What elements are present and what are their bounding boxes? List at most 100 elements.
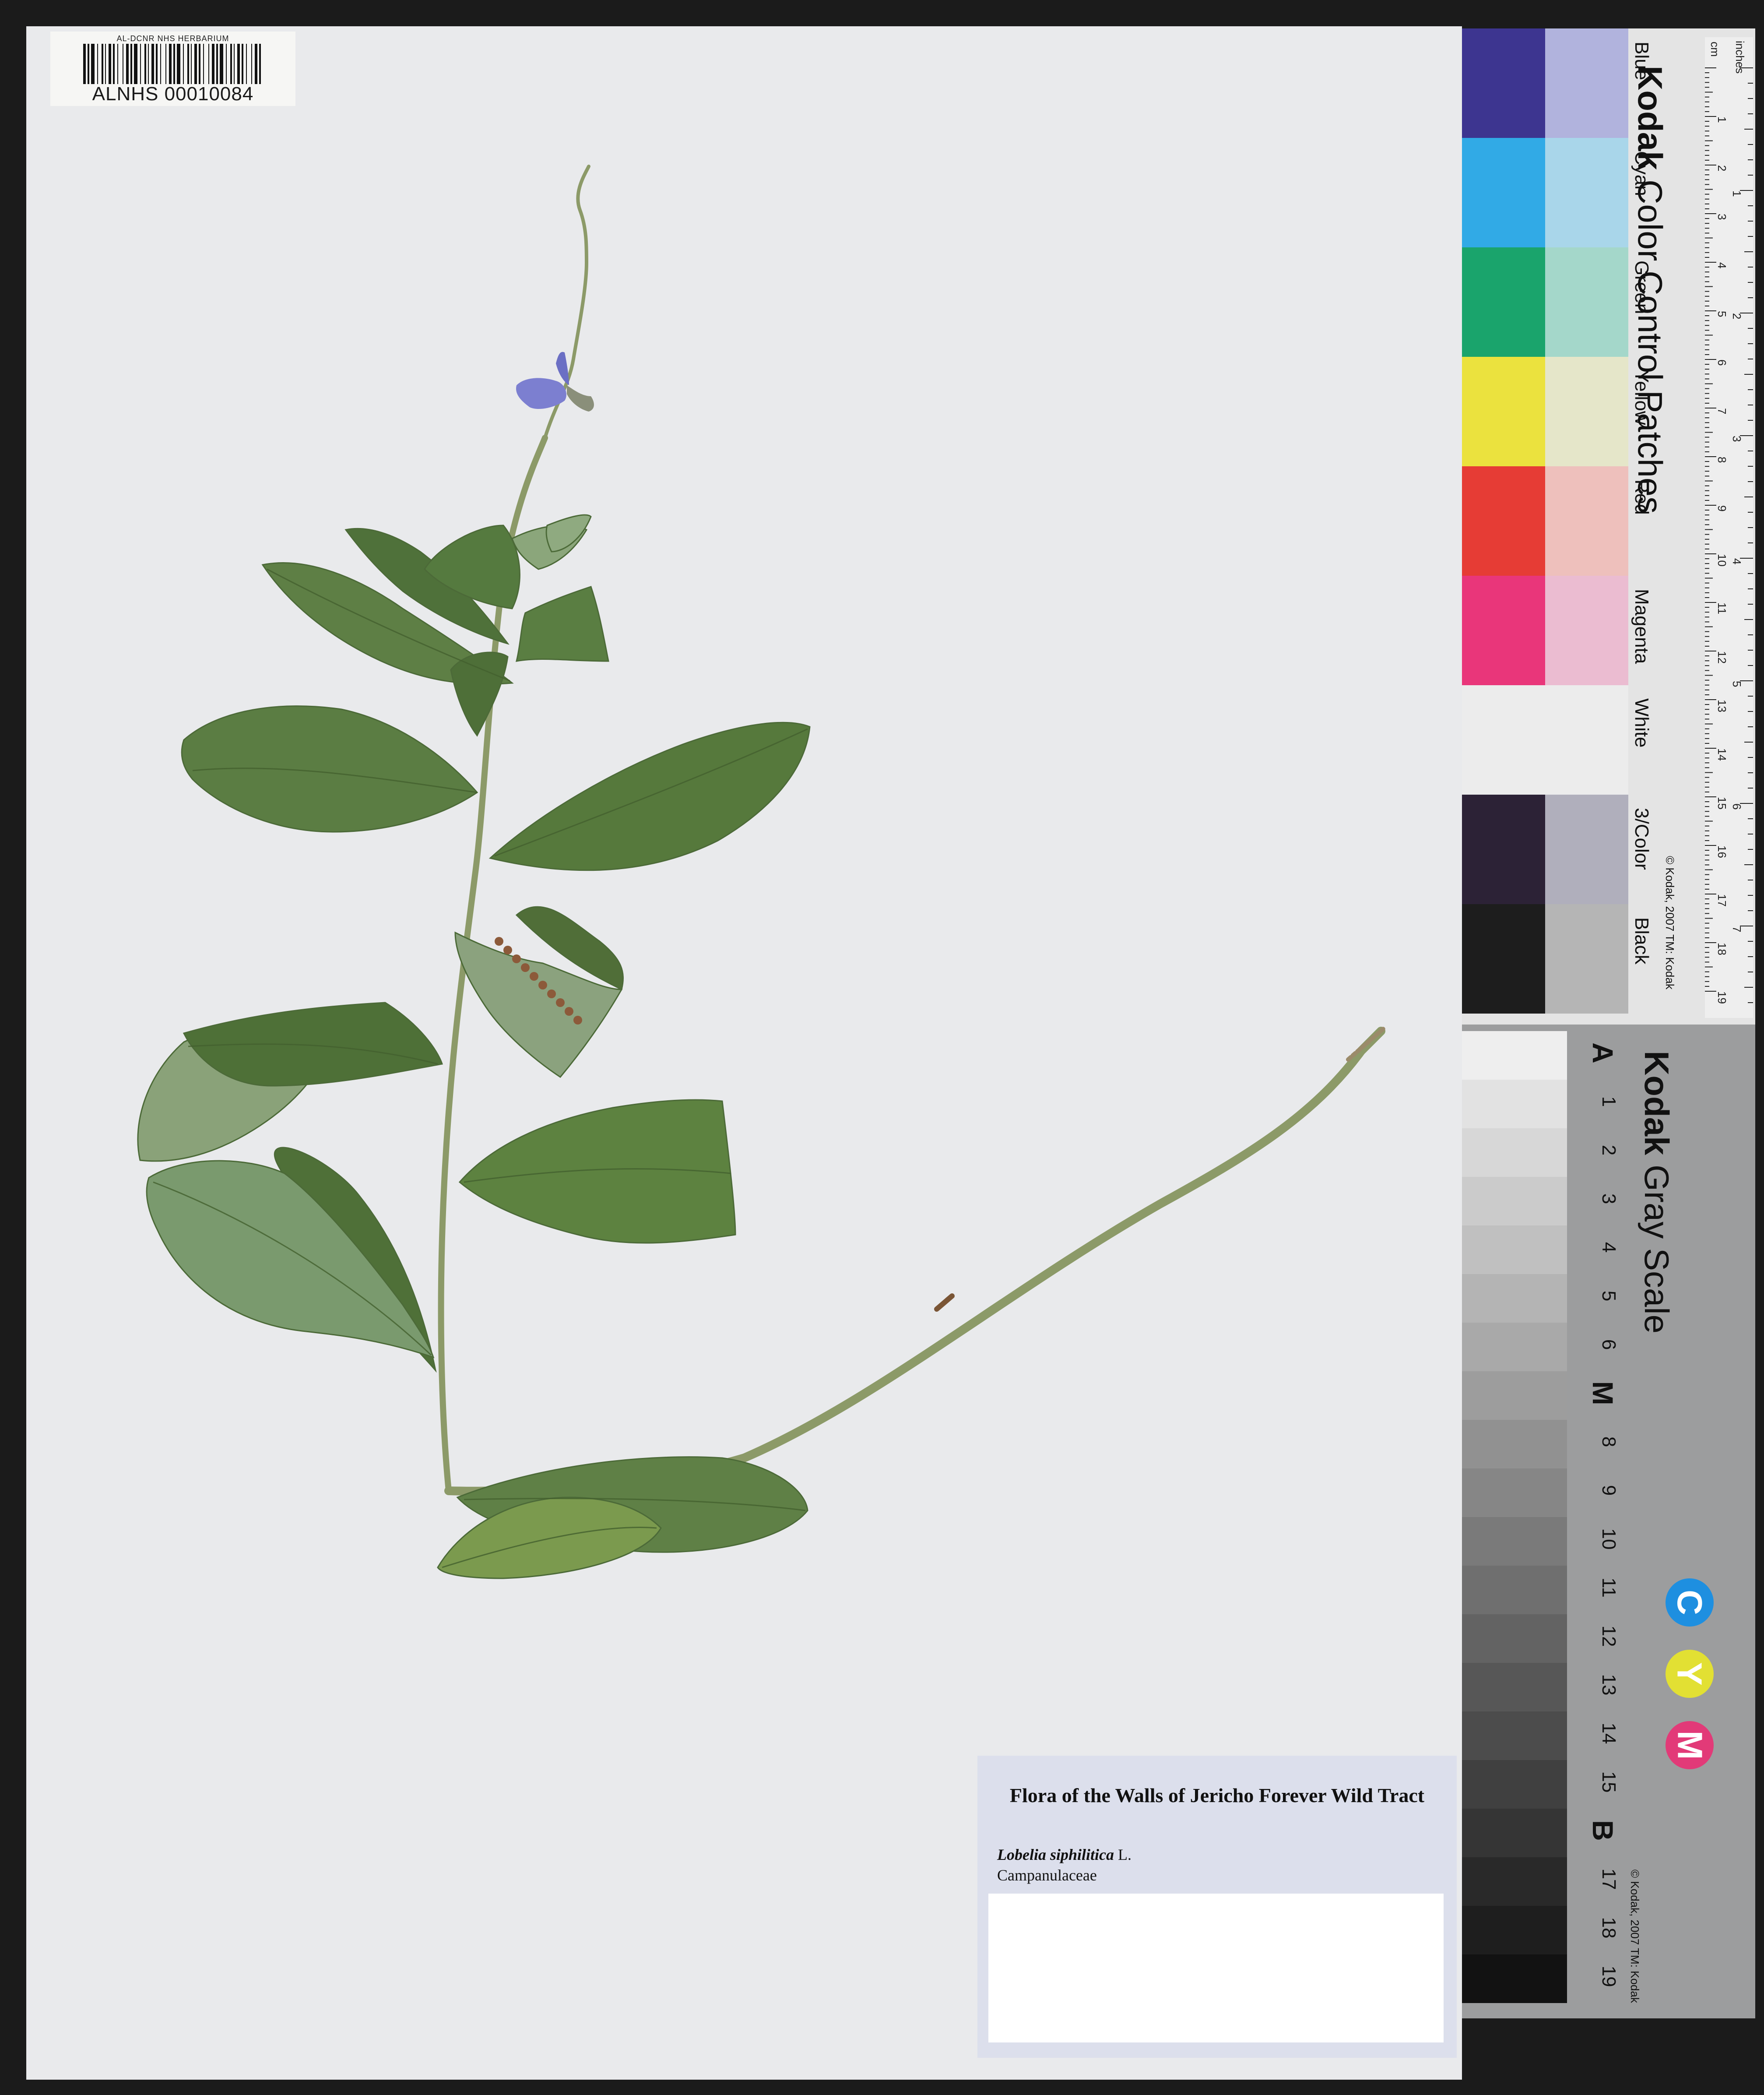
specimen-label: Flora of the Walls of Jericho Forever Wi… [977,1756,1457,2058]
cm-label: 15 [1715,797,1729,810]
ruler: inches cm 1 2 3 4 5 6 7 8 9 10 11 12 13 14 15 16 17 18 19 1… [1705,37,1753,1018]
gray-step [1462,1711,1567,1760]
cm-label: 9 [1715,505,1729,511]
cm-label: 6 [1715,359,1729,366]
color-patch-black-tint [1545,904,1628,1014]
cm-label: 3 [1715,214,1729,220]
gray-card-subtitle: Gray Scale [1637,1165,1676,1334]
flower-calyx [567,385,594,412]
gray-step-label: 3 [1598,1193,1620,1204]
inch-label: 3 [1730,436,1743,442]
gray-step [1462,1323,1567,1371]
patch-label: Cyan [1631,151,1652,196]
patch-label: 3/Color [1631,808,1652,870]
color-patch-blue-full [1462,28,1545,138]
cm-label: 8 [1715,457,1729,463]
color-patch-magenta-full [1462,576,1545,685]
cm-label: 14 [1715,748,1729,761]
cm-label: 7 [1715,408,1729,414]
cmy-marker-c: C [1666,1578,1714,1627]
cm-label: 18 [1715,943,1729,955]
color-card-subtitle: Color Control Patches [1631,180,1669,514]
gray-step [1462,1663,1567,1711]
gray-step [1462,1031,1567,1080]
leaves [137,514,811,1579]
color-patch-magenta-tint [1545,576,1628,685]
inch-label: 7 [1730,926,1743,932]
color-patch-white-tint [1545,685,1628,795]
kodak-gray-scale-card: Kodak Gray Scale A 1 2 3 4 5 6 M 8 9 10 11 12 13 14 15 B… [1462,1025,1755,2018]
patch-label: Blue [1631,42,1652,81]
color-patch-red-tint [1545,466,1628,576]
family-name: Campanulaceae [997,1866,1097,1884]
color-patch-green-tint [1545,247,1628,357]
kodak-brand-gray: Kodak [1637,1051,1676,1155]
specimen-image: AL-DCNR NHS HERBARIUM ALNHS 00010084 Flo… [0,0,1764,2095]
cm-label: 12 [1715,651,1729,664]
gray-step-label: 2 [1598,1144,1620,1156]
rhizome-tip [1346,1027,1385,1062]
cm-label: 2 [1715,165,1729,171]
blank-label-area [988,1894,1444,2042]
gray-step-label: 8 [1598,1436,1620,1447]
flower-petal-upper [556,352,569,385]
inch-label: 6 [1730,803,1743,810]
cm-label: 16 [1715,845,1729,858]
gray-step-label: 17 [1598,1868,1620,1890]
gray-step [1462,1760,1567,1809]
gray-step [1462,1128,1567,1177]
inch-label: 2 [1730,313,1743,319]
flower [516,352,594,412]
color-patch-3-color-full [1462,795,1545,904]
gray-step-label: 5 [1598,1290,1620,1302]
patch-label: Black [1631,917,1652,965]
color-patch-cyan-tint [1545,138,1628,247]
gray-step [1462,1420,1567,1468]
inch-label: 4 [1730,558,1743,564]
patch-label: Magenta [1631,589,1652,664]
color-patch-blue-tint [1545,28,1628,138]
gray-step-label: B [1587,1820,1619,1841]
gray-step-label: 9 [1598,1485,1620,1496]
stem-leaf [450,651,509,737]
gray-step [1462,1809,1567,1857]
cm-label: 4 [1715,262,1729,268]
gray-card-title: Kodak Gray Scale [1637,1051,1676,1334]
color-patch-green-full [1462,247,1545,357]
color-patch-red-full [1462,466,1545,576]
color-patch-3-color-tint [1545,795,1628,904]
taxon-name: Lobelia siphilitica L. [997,1845,1131,1864]
rhizome [444,1027,1385,1496]
scientific-name: Lobelia siphilitica [997,1846,1114,1863]
gray-step-label: 15 [1598,1771,1620,1793]
color-patch-white-full [1462,685,1545,795]
stem-leaf [183,1002,443,1087]
gray-step-label: M [1587,1381,1619,1405]
gray-step [1462,1080,1567,1128]
gray-step [1462,1954,1567,2003]
root-node [934,1293,955,1312]
gray-step-label: 6 [1598,1339,1620,1350]
author-citation: L. [1118,1846,1131,1863]
gray-step-label: 11 [1598,1577,1620,1598]
gray-step [1462,1614,1567,1663]
gray-step [1462,1906,1567,1954]
stem-leaf [515,586,609,662]
gray-step-label: 1 [1598,1096,1620,1107]
stem-leaf [458,1099,736,1244]
cmy-marker-m: M [1666,1721,1714,1769]
color-patch-yellow-full [1462,357,1545,466]
gray-step [1462,1517,1567,1566]
gray-step [1462,1225,1567,1274]
gray-step [1462,1468,1567,1517]
cmy-marker-y: Y [1666,1650,1714,1698]
patch-label: Red [1631,479,1652,515]
gray-step [1462,1566,1567,1614]
cm-label: 5 [1715,311,1729,317]
color-card-copyright: © Kodak, 2007 TM: Kodak [1663,856,1676,989]
gray-step-label: 12 [1598,1625,1620,1647]
cm-label: 17 [1715,894,1729,907]
patch-label: White [1631,698,1652,748]
gray-step-label: A [1587,1042,1619,1063]
cm-label: 11 [1715,602,1729,614]
